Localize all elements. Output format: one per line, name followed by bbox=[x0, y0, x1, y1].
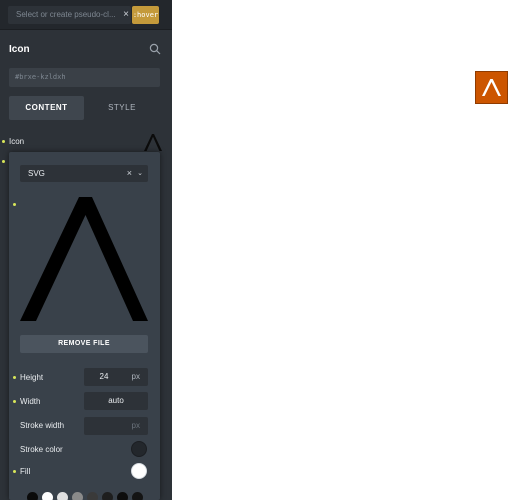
indicator-dot bbox=[13, 203, 16, 206]
icon-picker-popup: SVG × ⌄ REMOVE FILE Height 24 px Width a… bbox=[9, 152, 160, 500]
height-input[interactable]: 24 px bbox=[84, 368, 148, 386]
canvas-icon-element[interactable] bbox=[475, 71, 508, 104]
stroke-width-input[interactable]: px bbox=[84, 417, 148, 435]
height-label: Height bbox=[20, 373, 44, 382]
icon-field-label: Icon bbox=[9, 137, 25, 146]
palette-swatch[interactable] bbox=[57, 492, 68, 500]
stroke-width-label: Stroke width bbox=[20, 421, 65, 430]
palette-swatch[interactable] bbox=[72, 492, 83, 500]
width-input[interactable]: auto bbox=[84, 392, 148, 410]
width-value: auto bbox=[108, 396, 124, 405]
chevron-down-icon[interactable]: ⌄ bbox=[137, 165, 143, 182]
palette-swatch[interactable] bbox=[42, 492, 53, 500]
stroke-color-label: Stroke color bbox=[20, 445, 63, 454]
element-id-field[interactable]: #brxe-kzldxh bbox=[9, 68, 160, 87]
indicator-dot bbox=[13, 400, 16, 403]
palette-swatch[interactable] bbox=[27, 492, 38, 500]
pseudo-class-bar: Select or create pseudo-cl... × :hover bbox=[0, 0, 172, 30]
pseudo-class-input[interactable]: Select or create pseudo-cl... bbox=[8, 6, 131, 24]
caret-up-icon[interactable] bbox=[141, 132, 163, 152]
height-value: 24 bbox=[99, 372, 109, 381]
tab-style[interactable]: STYLE bbox=[84, 96, 160, 120]
stroke-width-unit[interactable]: px bbox=[132, 417, 140, 435]
width-label: Width bbox=[20, 397, 41, 406]
indicator-dot bbox=[2, 160, 5, 163]
indicator-dot bbox=[2, 140, 5, 143]
palette-swatch[interactable] bbox=[102, 492, 113, 500]
hover-state-badge[interactable]: :hover bbox=[132, 6, 159, 24]
stroke-color-swatch[interactable] bbox=[131, 441, 147, 457]
icon-library-value: SVG bbox=[28, 169, 45, 178]
palette-swatch[interactable] bbox=[87, 492, 98, 500]
indicator-dot bbox=[13, 376, 16, 379]
color-palette bbox=[20, 488, 148, 500]
search-icon[interactable] bbox=[149, 43, 161, 55]
builder-panel: Select or create pseudo-cl... × :hover I… bbox=[0, 0, 172, 500]
palette-swatch[interactable] bbox=[132, 492, 143, 500]
icon-library-select[interactable]: SVG × ⌄ bbox=[20, 165, 148, 182]
close-icon[interactable]: × bbox=[121, 6, 131, 24]
palette-swatch[interactable] bbox=[117, 492, 128, 500]
close-icon[interactable]: × bbox=[127, 165, 132, 182]
panel-title: Icon bbox=[9, 44, 30, 55]
height-unit[interactable]: px bbox=[132, 368, 140, 386]
caret-up-icon bbox=[482, 79, 501, 96]
caret-up-icon bbox=[20, 197, 148, 321]
tab-content[interactable]: CONTENT bbox=[9, 96, 84, 120]
fill-label: Fill bbox=[20, 467, 31, 476]
fill-color-swatch[interactable] bbox=[131, 463, 147, 479]
indicator-dot bbox=[13, 470, 16, 473]
remove-file-button[interactable]: REMOVE FILE bbox=[20, 335, 148, 353]
